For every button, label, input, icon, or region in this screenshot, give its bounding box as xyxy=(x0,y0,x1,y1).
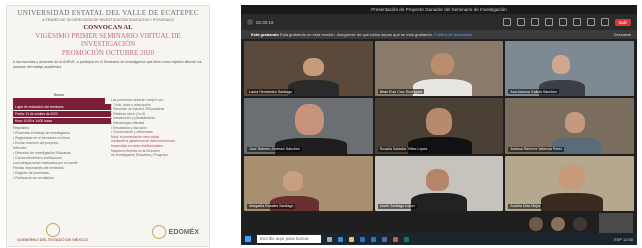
leave-button[interactable]: Salir xyxy=(614,18,631,26)
participant-name: Anahí Santiago López xyxy=(377,203,418,209)
poster-header: UNIVERSIDAD ESTATAL DEL VALLE DE ECATEPE… xyxy=(7,6,209,57)
excel-icon[interactable] xyxy=(404,236,409,242)
participant-thumbnail[interactable] xyxy=(529,217,543,231)
shield-icon[interactable] xyxy=(247,19,253,25)
participant-video xyxy=(564,111,586,133)
recording-banner-text: Está grabando en esta reunión. Asegúrese… xyxy=(279,32,433,37)
windows-start-icon[interactable] xyxy=(245,236,251,242)
poster-band-label: Bases xyxy=(54,93,64,97)
participant-tile[interactable]: Adriana Ramírez Valencia Pérez xyxy=(505,98,634,154)
poster-table-row: Fecha: 21 de octubre de 2020 xyxy=(13,111,111,117)
participant-body xyxy=(287,79,340,97)
meeting-toolbar: 02:30:19 Salir xyxy=(241,14,637,30)
poster-university: UNIVERSIDAD ESTATAL DEL VALLE DE ECATEPE… xyxy=(17,9,199,17)
teams-icon[interactable] xyxy=(382,236,387,242)
raise-hand-icon[interactable] xyxy=(530,18,539,26)
gobierno-logo-label: GOBIERNO DEL ESTADO DE MÉXICO xyxy=(17,236,89,242)
poster-bases-block: Bases Lugar de realización del seminario… xyxy=(13,92,111,128)
poster-convocan: CONVOCAN AL xyxy=(83,24,133,31)
poster-subtitle: A TRAVÉS DE SU DIRECCIÓN DE INVESTIGACIÓ… xyxy=(42,18,174,22)
chrome-icon[interactable] xyxy=(393,236,398,242)
poster-table-row: Hora: 10:00 a 14:00 horas xyxy=(13,118,111,124)
task-view-icon[interactable] xyxy=(327,236,332,242)
participant-thumbnail[interactable] xyxy=(573,217,587,231)
folder-icon[interactable] xyxy=(349,236,354,242)
participant-name: Rosalía Saldaña Téllez López xyxy=(377,146,430,152)
participant-video xyxy=(295,103,324,135)
gobierno-logo: GOBIERNO DEL ESTADO DE MÉXICO xyxy=(17,222,89,242)
participant-name: Ana Arianna Galicia Sánchez xyxy=(508,89,559,95)
poster-intro: A las escuelas y docentes de la UNEVE, a… xyxy=(13,60,202,69)
participant-name: Margarita Rosales Santiago xyxy=(247,203,296,209)
mail-icon[interactable] xyxy=(371,236,376,242)
participant-body xyxy=(410,193,468,211)
participant-tile[interactable]: Brian Ruiz Cruz Rodríguez xyxy=(374,41,504,97)
participant-video xyxy=(426,108,452,135)
participant-thumbnail[interactable] xyxy=(551,217,565,231)
dismiss-button[interactable]: Descartar xyxy=(614,30,631,39)
participant-grid: Laura Hernández Santiago Brian Ruiz Cruz… xyxy=(244,41,634,211)
windows-taskbar: Escribe aquí para buscar ESP 12:30 xyxy=(241,233,637,245)
participant-body xyxy=(541,193,604,211)
participant-video xyxy=(282,171,304,192)
participant-video xyxy=(303,57,324,77)
participant-tile[interactable]: Andrea Díaz Mejía xyxy=(505,155,634,211)
window-title: Presentación de Proyecto Ganador del Sem… xyxy=(241,5,637,14)
taskbar-search-input[interactable]: Escribe aquí para buscar xyxy=(257,235,321,243)
system-tray[interactable]: ESP 12:30 xyxy=(614,237,633,242)
more-options-icon[interactable] xyxy=(558,18,567,26)
people-icon[interactable] xyxy=(502,18,511,26)
store-icon[interactable] xyxy=(360,236,365,242)
share-screen-icon[interactable] xyxy=(600,18,609,26)
recording-banner-title: Está grabando xyxy=(251,32,279,37)
microphone-icon[interactable] xyxy=(586,18,595,26)
participant-video xyxy=(559,164,586,190)
poster-event-line1: VIGÉSIMO PRIMER SEMINARIO VIRTUAL DE INV… xyxy=(35,32,181,48)
recording-banner: Está grabando Está grabando en esta reun… xyxy=(241,30,637,39)
poster-right-column: Las ponencias deberán cumplir con: • Tít… xyxy=(111,98,203,158)
participant-name: Andrea Díaz Mejía xyxy=(508,203,543,209)
participant-name: Laura Hernández Santiago xyxy=(247,89,294,95)
participant-tile[interactable]: José Roberto Jiménez Sánchez xyxy=(244,98,373,154)
participant-name: José Roberto Jiménez Sánchez xyxy=(247,146,302,152)
participant-tile[interactable]: Ana Arianna Galicia Sánchez xyxy=(505,41,634,97)
participant-name: Brian Ruiz Cruz Rodríguez xyxy=(377,89,425,95)
toolbar-icons: Salir xyxy=(502,18,631,26)
grid-view-icon[interactable] xyxy=(544,18,553,26)
participant-tile[interactable]: Anahí Santiago López xyxy=(374,155,504,211)
poster-table-row: Lugar de realización del seminario xyxy=(13,104,111,110)
privacy-policy-link[interactable]: Política de privacidad xyxy=(434,32,472,37)
edomex-logo-label: EDOMÉX xyxy=(168,228,199,236)
poster-line: • Publicación de resultados xyxy=(13,176,54,180)
poster-left-column: Requisitos: • Presentar el trabajo de in… xyxy=(13,126,107,181)
participant-video xyxy=(551,55,570,75)
poster-event-line2: PROMOCIÓN OCTUBRE 2020 xyxy=(61,49,155,57)
self-view-video[interactable] xyxy=(599,213,633,235)
video-conference-window: Presentación de Proyecto Ganador del Sem… xyxy=(241,5,637,245)
participant-tile[interactable]: Margarita Rosales Santiago xyxy=(244,155,373,211)
participant-name: Adriana Ramírez Valencia Pérez xyxy=(508,146,565,152)
camera-icon[interactable] xyxy=(572,18,581,26)
participant-video xyxy=(431,53,455,76)
participant-tile[interactable]: Rosalía Saldaña Téllez López xyxy=(374,98,504,154)
chat-icon[interactable] xyxy=(516,18,525,26)
browser-icon[interactable] xyxy=(338,236,343,242)
meeting-timer: 02:30:19 xyxy=(256,19,274,25)
poster-footer: GOBIERNO DEL ESTADO DE MÉXICO EDOMÉX xyxy=(7,218,209,246)
participant-tile[interactable]: Laura Hernández Santiago xyxy=(244,41,373,97)
participant-video xyxy=(426,168,450,192)
seal-icon xyxy=(45,222,60,237)
edomex-seal-icon xyxy=(151,225,166,239)
poster-line: de Investigación Educativa y Posgrado. xyxy=(111,153,169,158)
convocatoria-poster: UNIVERSIDAD ESTATAL DEL VALLE DE ECATEPE… xyxy=(6,5,210,247)
edomex-logo: EDOMÉX xyxy=(151,225,199,239)
